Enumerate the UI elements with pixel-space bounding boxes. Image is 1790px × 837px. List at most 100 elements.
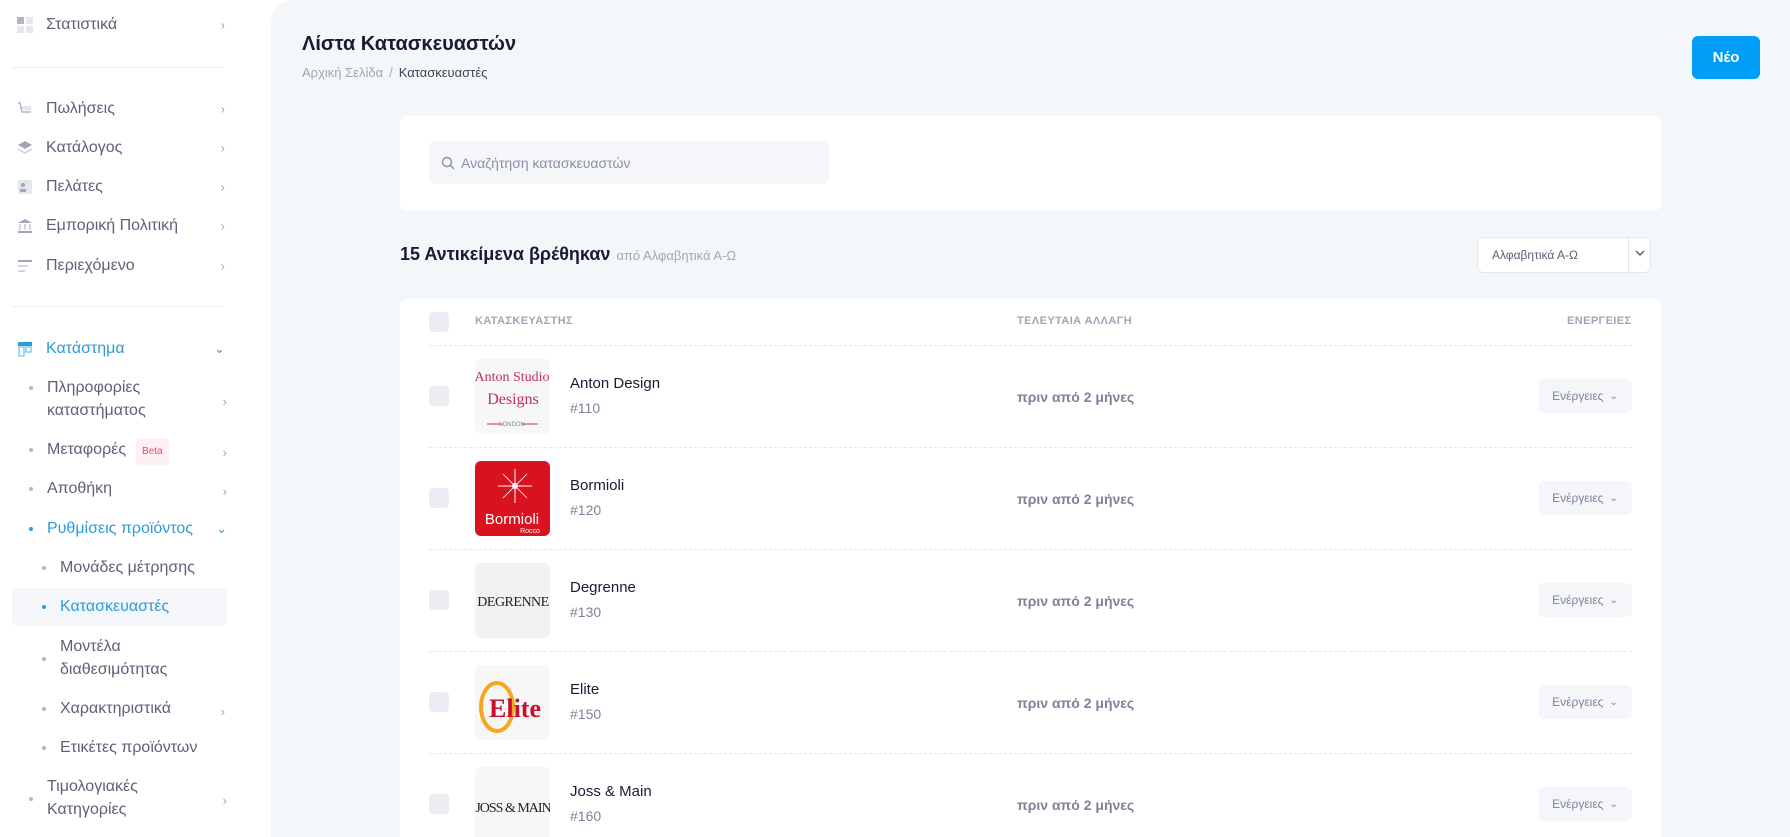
chevron-right-icon: › [220, 258, 225, 274]
sidebar-item-shipping[interactable]: Μεταφορές Beta › [29, 438, 229, 465]
chevron-down-icon: ⌄ [216, 521, 227, 536]
column-header-last-modified: ΤΕΛΕΥΤΑΙΑ ΑΛΛΑΓΗ [1017, 315, 1133, 327]
row-separator [429, 447, 1632, 448]
sort-select[interactable]: Αλφαβητικά Α-Ω [1477, 237, 1651, 273]
logo-text: Designs [487, 391, 539, 408]
sidebar-item-label: Αποθήκη [47, 480, 113, 497]
last-modified: πριν από 2 μήνες [1017, 695, 1135, 711]
logo-text: JOSS & MAIN [475, 801, 550, 816]
sidebar-item-store-info[interactable]: Πληροφορίες καταστήματος › [29, 376, 229, 422]
manufacturer-id: #120 [570, 502, 602, 518]
row-checkbox[interactable] [429, 488, 449, 508]
sidebar-item-attributes[interactable]: Χαρακτηριστικά › [42, 697, 227, 720]
bank-icon [16, 217, 34, 235]
sidebar-item-units[interactable]: Μονάδες μέτρησης [42, 556, 227, 579]
manufacturer-name[interactable]: Degrenne [570, 579, 636, 596]
breadcrumb-home-link[interactable]: Αρχική Σελίδα [302, 65, 383, 80]
sidebar-item-product-settings[interactable]: Ρυθμίσεις προϊόντος ⌄ [29, 517, 229, 540]
results-sort-info: από Αλφαβητικά Α-Ω [616, 248, 737, 263]
sidebar-item-label: Κατάστημα [46, 340, 125, 357]
sidebar-item-warehouse[interactable]: Αποθήκη › [29, 477, 229, 500]
chevron-down-icon: ⌄ [214, 341, 225, 356]
breadcrumb-separator: / [389, 65, 393, 80]
manufacturer-logo: Bormioli Rocco [475, 461, 550, 536]
manufacturer-logo: Anton Studio Designs LONDON [475, 359, 550, 434]
bullet-icon [42, 746, 46, 750]
sidebar-item-statistics[interactable]: Στατιστικά › [12, 14, 227, 36]
row-checkbox[interactable] [429, 590, 449, 610]
chevron-right-icon: › [220, 704, 225, 719]
actions-dropdown-button[interactable]: Ενέργειες ⌄ [1538, 481, 1632, 515]
sidebar-divider [12, 67, 224, 68]
sidebar-item-label: Πελάτες [46, 178, 103, 195]
bullet-icon [42, 566, 46, 570]
results-summary: 15 Αντικείμενα βρέθηκαν από Αλφαβητικά Α-… [400, 244, 736, 265]
content-icon [16, 257, 34, 275]
search-card [400, 116, 1661, 211]
actions-dropdown-button[interactable]: Ενέργειες ⌄ [1538, 583, 1632, 617]
row-checkbox[interactable] [429, 692, 449, 712]
chevron-down-icon: ⌄ [1609, 492, 1618, 504]
sidebar-item-label: Τιμολογιακές Κατηγορίες [47, 778, 138, 818]
sidebar-item-label: Ρυθμίσεις προϊόντος [47, 520, 194, 537]
chevron-down-icon: ⌄ [1609, 594, 1618, 606]
sidebar-item-catalog[interactable]: Κατάλογος › [12, 137, 227, 159]
manufacturer-name[interactable]: Joss & Main [570, 783, 652, 800]
actions-dropdown-button[interactable]: Ενέργειες ⌄ [1538, 379, 1632, 413]
logo-text: Rocco [520, 528, 540, 535]
sidebar-item-label: Στατιστικά [46, 16, 118, 33]
bullet-icon [29, 487, 33, 491]
actions-dropdown-button[interactable]: Ενέργειες ⌄ [1538, 787, 1632, 821]
layers-icon [16, 139, 34, 157]
store-icon [16, 340, 34, 358]
logo-text: Elite [489, 694, 541, 723]
sidebar-item-manufacturers[interactable]: Κατασκευαστές [12, 588, 227, 626]
chevron-right-icon: › [220, 140, 225, 156]
sidebar-item-customers[interactable]: Πελάτες › [12, 176, 227, 198]
last-modified: πριν από 2 μήνες [1017, 797, 1135, 813]
chevron-down-icon: ⌄ [1609, 390, 1618, 402]
search-box[interactable] [429, 141, 829, 184]
logo-text: Bormioli [485, 511, 539, 528]
sidebar-item-label: Χαρακτηριστικά [60, 700, 171, 717]
manufacturer-name[interactable]: Elite [570, 681, 599, 698]
bullet-icon [29, 527, 33, 531]
chevron-down-icon [1635, 247, 1645, 261]
row-separator [429, 345, 1632, 346]
logo-text: LONDON [499, 422, 525, 428]
sidebar-item-availability-models[interactable]: Μοντέλα διαθεσιμότητας [42, 635, 227, 681]
sidebar-item-content[interactable]: Περιεχόμενο › [12, 255, 227, 277]
chevron-right-icon: › [220, 179, 225, 195]
sidebar-item-product-tags[interactable]: Ετικέτες προϊόντων [42, 736, 227, 759]
new-button[interactable]: Νέο [1692, 36, 1760, 79]
actions-label: Ενέργειες [1552, 593, 1604, 607]
sidebar-item-label: Ετικέτες προϊόντων [60, 739, 198, 756]
manufacturer-logo: Elite [475, 665, 550, 740]
chevron-right-icon: › [222, 484, 227, 499]
beta-badge: Beta [136, 438, 169, 465]
chevron-down-icon: ⌄ [1609, 798, 1618, 810]
row-checkbox[interactable] [429, 794, 449, 814]
stats-icon [16, 16, 34, 34]
sidebar-item-label: Μεταφορές [47, 441, 127, 458]
actions-label: Ενέργειες [1552, 389, 1604, 403]
select-divider [1628, 238, 1629, 272]
sidebar-item-pricing-categories[interactable]: Τιμολογιακές Κατηγορίες › [29, 775, 229, 821]
chevron-right-icon: › [222, 445, 227, 460]
search-input[interactable] [461, 154, 801, 171]
row-separator [429, 651, 1632, 652]
row-checkbox[interactable] [429, 386, 449, 406]
sidebar-item-store[interactable]: Κατάστημα ⌄ [12, 338, 227, 360]
actions-dropdown-button[interactable]: Ενέργειες ⌄ [1538, 685, 1632, 719]
select-all-checkbox[interactable] [429, 312, 449, 332]
sidebar-item-label: Πωλήσεις [46, 100, 115, 117]
manufacturer-name[interactable]: Bormioli [570, 477, 624, 494]
sidebar-item-commercial-policy[interactable]: Εμπορική Πολιτική › [12, 215, 227, 237]
sidebar-item-label: Μοντέλα διαθεσιμότητας [60, 638, 168, 678]
sort-select-value: Αλφαβητικά Α-Ω [1492, 248, 1578, 262]
bullet-icon [42, 657, 46, 661]
manufacturer-name[interactable]: Anton Design [570, 375, 660, 392]
sidebar-item-sales[interactable]: Πωλήσεις › [12, 98, 227, 120]
breadcrumb-current: Κατασκευαστές [398, 65, 488, 80]
cart-icon [16, 100, 34, 118]
